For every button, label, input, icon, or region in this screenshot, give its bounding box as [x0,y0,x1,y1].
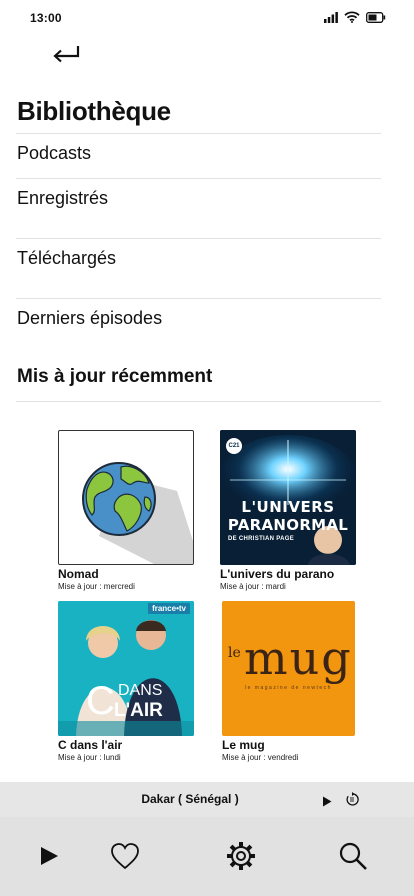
status-time: 13:00 [30,11,62,25]
cdansair-brand: france•tv [148,603,190,614]
cellular-signal-icon [324,11,338,23]
wifi-icon [344,11,360,23]
mini-player[interactable]: Dakar ( Sénégal ) [0,782,414,817]
podcast-updated: Mise à jour : lundi [58,753,121,762]
back-button[interactable] [48,40,84,70]
podcast-cover-nomad [58,430,194,565]
play-icon [41,847,58,865]
replay-icon [346,792,359,806]
univers-cover-line3: DE CHRISTIAN PAGE [228,536,294,542]
univers-logo: C21 [226,438,242,454]
podcast-updated: Mise à jour : mercredi [58,582,135,591]
tab-search[interactable] [336,839,370,873]
menu-item-podcasts[interactable]: Podcasts [16,133,381,178]
tab-bar [0,817,414,896]
return-arrow-icon [53,46,80,63]
cdansair-cover-c: C [86,679,115,723]
battery-icon [366,11,386,23]
search-icon [339,842,367,870]
mini-player-play-button[interactable] [322,794,332,812]
mini-player-replay-button[interactable] [345,792,359,811]
lemug-cover-tagline: le magazine de newtech [245,685,332,691]
podcast-title: Le mug [222,738,265,752]
library-menu: Podcasts Enregistrés Téléchargés Dernier… [16,133,381,358]
lemug-cover-le: le [228,645,241,661]
podcast-card-lemug[interactable]: le mug le magazine de newtech Le mug Mis… [222,601,358,762]
podcast-updated: Mise à jour : vendredi [222,753,299,762]
podcast-updated: Mise à jour : mardi [220,582,286,591]
podcast-card-cdansair[interactable]: france•tv C DANS L'AIR C dans l'air Mise… [58,601,194,762]
tab-settings[interactable] [224,839,258,873]
page-title: Bibliothèque [17,96,171,126]
heart-icon [111,843,139,870]
podcast-title: Nomad [58,567,99,581]
menu-item-downloaded[interactable]: Téléchargés [16,238,381,298]
univers-cover-line1: L'UNIVERS [241,498,335,516]
cdansair-cover-air: L'AIR [114,700,163,721]
podcast-cover-cdansair: france•tv C DANS L'AIR [58,601,194,736]
lemug-cover-mug: mug [244,631,353,685]
podcast-cover-univers: C21 L'UNIVERS PARANORMAL DE CHRISTIAN PA… [220,430,356,565]
podcast-title: L'univers du parano [220,567,335,581]
univers-cover-line2: PARANORMAL [227,516,349,534]
gear-icon [227,842,255,870]
cdansair-cover-dans: DANS [118,682,163,699]
podcast-cover-lemug: le mug le magazine de newtech [222,601,355,736]
podcast-card-nomad[interactable]: Nomad Mise à jour : mercredi [58,430,194,591]
tab-favorites[interactable] [108,839,142,873]
divider [16,401,381,402]
podcast-card-univers[interactable]: C21 L'UNIVERS PARANORMAL DE CHRISTIAN PA… [220,430,356,591]
status-icons [324,11,386,23]
tab-player[interactable] [32,839,66,873]
recent-podcasts-grid: Nomad Mise à jour : mercredi C21 L'UNIVE… [58,430,358,775]
section-title-recent: Mis à jour récemment [17,366,213,387]
status-bar: 13:00 [0,0,414,36]
globe-icon [82,462,193,564]
menu-item-saved[interactable]: Enregistrés [16,178,381,238]
play-icon [323,796,332,807]
menu-item-latest-episodes[interactable]: Derniers épisodes [16,298,381,358]
podcast-title: C dans l'air [58,738,123,752]
